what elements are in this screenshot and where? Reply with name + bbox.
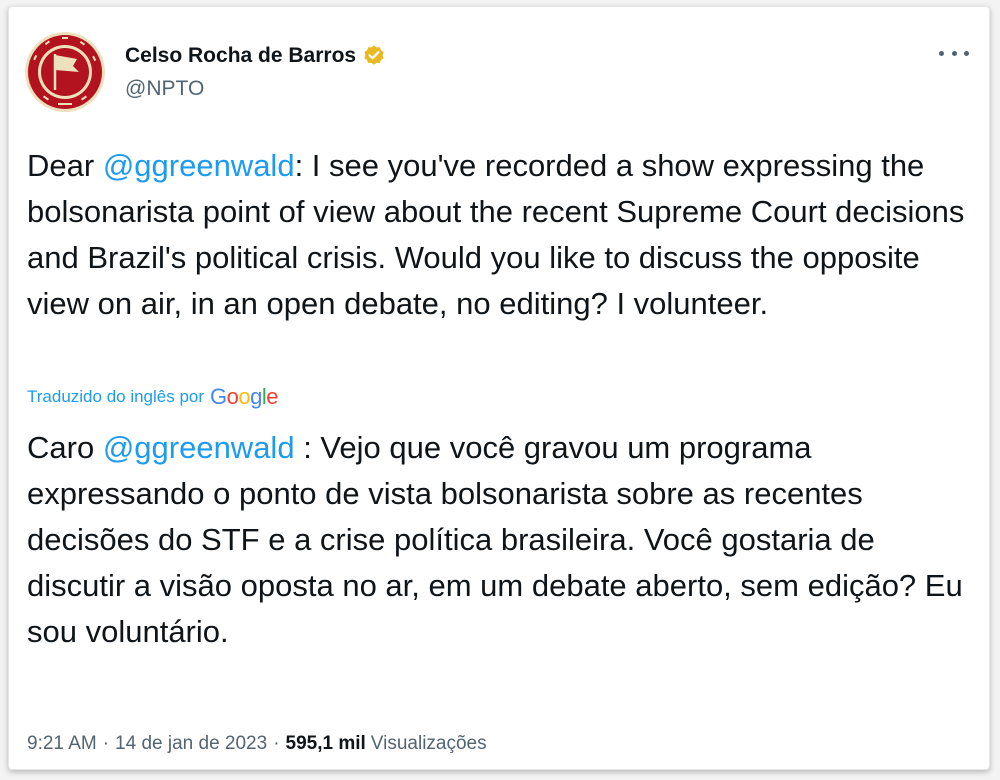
tweet-date[interactable]: 14 de jan de 2023 — [115, 733, 267, 755]
tweet-card: Celso Rocha de Barros @NPTO Dear @ggreen… — [8, 6, 990, 770]
google-logo: Google — [210, 384, 279, 409]
translation-mention-link[interactable]: @ggreenwald — [103, 430, 295, 465]
translated-text: Caro @ggreenwald : Vejo que você gravou … — [27, 425, 967, 655]
views-label: Visualizações — [370, 733, 487, 754]
more-horizontal-icon — [939, 50, 944, 56]
translation-greeting: Caro — [27, 430, 103, 465]
separator: · — [102, 733, 110, 754]
translation-attribution: Traduzido do inglês por Google — [27, 382, 279, 412]
avatar-image — [25, 32, 105, 112]
mention-link[interactable]: @ggreenwald — [103, 148, 295, 183]
separator: · — [273, 733, 280, 754]
author-handle[interactable]: @NPTO — [125, 77, 204, 101]
more-options-button[interactable] — [939, 43, 969, 63]
translated-by-label[interactable]: Traduzido do inglês por — [27, 387, 204, 407]
tweet-metadata: 9:21 AM · 14 de jan de 2023 · 595,1 mil … — [27, 729, 487, 759]
tweet-time[interactable]: 9:21 AM — [27, 733, 97, 755]
avatar[interactable] — [25, 32, 105, 112]
author-name-row: Celso Rocha de Barros — [125, 42, 386, 70]
tweet-greeting: Dear — [27, 148, 103, 183]
more-horizontal-icon — [964, 50, 969, 56]
views-count[interactable]: 595,1 mil — [286, 733, 366, 755]
tweet-text: Dear @ggreenwald: I see you've recorded … — [27, 143, 967, 327]
verified-badge-icon — [362, 44, 386, 68]
author-name[interactable]: Celso Rocha de Barros — [125, 44, 356, 68]
more-horizontal-icon — [951, 50, 957, 56]
